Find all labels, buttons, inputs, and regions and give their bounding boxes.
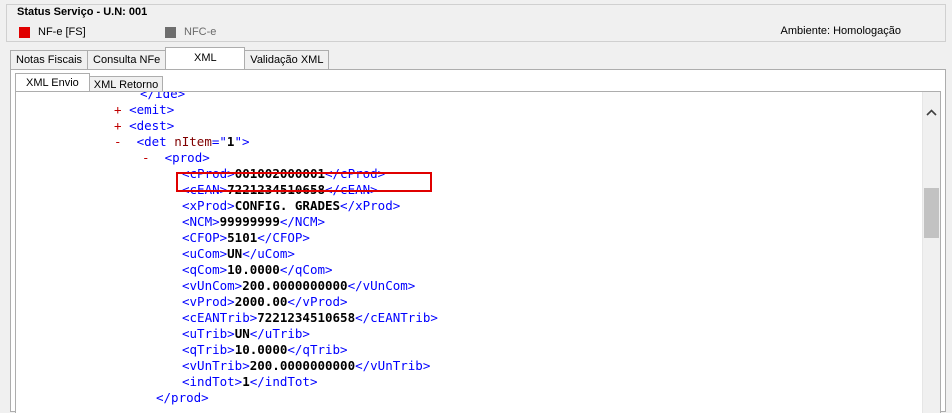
nfe-status: NF-e [FS] [19, 25, 86, 39]
xml-viewer[interactable]: </ide> + <emit> + <dest> - <det nItem="1… [15, 91, 941, 413]
xml-field-value: 7221234510658 [257, 310, 356, 325]
xml-field-value: UN [227, 246, 243, 261]
xml-node-dest[interactable]: + <dest> [114, 118, 174, 134]
xml-node-emit[interactable]: + <emit> [114, 102, 174, 118]
xml-field-qCom: <qCom>10.0000</qCom> [182, 262, 333, 278]
vertical-scrollbar[interactable] [922, 92, 940, 413]
xml-field-value: 200.0000000000 [242, 278, 348, 293]
xml-field-value: 99999999 [219, 214, 280, 229]
tab-notas-fiscais[interactable]: Notas Fiscais [10, 50, 89, 69]
cean-highlight-box [176, 172, 432, 192]
xml-field-value: 10.0000 [227, 262, 280, 277]
xml-line-prod-close: </prod> [156, 390, 209, 405]
xml-field-xProd: <xProd>CONFIG. GRADES</xProd> [182, 198, 400, 214]
xml-line-ide-close: </ide> [140, 91, 186, 101]
xml-open-tag: <uCom> [182, 246, 228, 261]
status-title: Status Serviço - U.N: 001 [17, 6, 148, 18]
xml-close-tag: </cEANTrib> [355, 310, 438, 325]
xml-tab-pane: XML Envio XML Retorno </ide> + <emit> + … [10, 69, 946, 413]
chevron-up-icon[interactable] [925, 106, 938, 119]
xml-field-value: CONFIG. GRADES [234, 198, 341, 213]
xml-field-value: 1 [242, 374, 250, 389]
xml-close-tag: </NCM> [279, 214, 326, 229]
xml-field-vUnTrib: <vUnTrib>200.0000000000</vUnTrib> [182, 358, 430, 374]
xml-close-tag: </uTrib> [249, 326, 310, 341]
xml-field-qTrib: <qTrib>10.0000</qTrib> [182, 342, 348, 358]
xml-open-tag: <vUnCom> [182, 278, 243, 293]
xml-close-tag: </xProd> [340, 198, 401, 213]
status-group: Status Serviço - U.N: 001 NF-e [FS] NFC-… [6, 4, 946, 42]
xml-field-value: 10.0000 [234, 342, 288, 357]
xml-open-tag: <qCom> [182, 262, 228, 277]
xml-field-vProd: <vProd>2000.00</vProd> [182, 294, 348, 310]
nfce-status-indicator [165, 26, 176, 38]
xml-close-tag: </CFOP> [257, 230, 310, 245]
xml-open-tag: <CFOP> [182, 230, 228, 245]
collapse-toggle[interactable]: - [142, 150, 150, 165]
xml-field-CFOP: <CFOP>5101</CFOP> [182, 230, 310, 246]
xml-open-tag: <indTot> [182, 374, 243, 389]
expand-toggle[interactable]: + [114, 102, 122, 117]
xml-open-tag: <qTrib> [182, 342, 235, 357]
xml-field-uCom: <uCom>UN</uCom> [182, 246, 295, 262]
xml-open-tag: <NCM> [182, 214, 220, 229]
xml-close-tag: </vUnTrib> [355, 358, 431, 373]
xml-field-value: 2000.00 [234, 294, 288, 309]
nfe-status-label: NF-e [FS] [38, 26, 86, 38]
xml-field-uTrib: <uTrib>UN</uTrib> [182, 326, 310, 342]
tab-xml[interactable]: XML [165, 47, 246, 69]
tab-consulta-nfe[interactable]: Consulta NFe [87, 50, 167, 69]
xml-close-tag: </vProd> [287, 294, 348, 309]
nfe-status-indicator [19, 26, 30, 38]
xml-close-tag: </qTrib> [287, 342, 348, 357]
xml-node-prod[interactable]: - <prod> [142, 150, 210, 166]
xml-field-vUnCom: <vUnCom>200.0000000000</vUnCom> [182, 278, 415, 294]
xml-field-value: 200.0000000000 [249, 358, 356, 373]
xml-open-tag: <vUnTrib> [182, 358, 250, 373]
xml-field-NCM: <NCM>99999999</NCM> [182, 214, 325, 230]
xml-open-tag: <cEANTrib> [182, 310, 258, 325]
nfce-status-label: NFC-e [184, 26, 217, 38]
xml-close-tag: </vUnCom> [347, 278, 416, 293]
xml-node-det[interactable]: - <det nItem="1"> [114, 134, 250, 150]
xml-field-value: UN [234, 326, 250, 341]
xml-field-value: 5101 [227, 230, 258, 245]
xml-open-tag: <xProd> [182, 198, 235, 213]
main-tabs: Notas Fiscais Consulta NFe XML Validação… [10, 47, 330, 70]
xml-field-cEANTrib: <cEANTrib>7221234510658</cEANTrib> [182, 310, 438, 326]
tab-validacao-xml[interactable]: Validação XML [244, 50, 330, 69]
xml-open-tag: <uTrib> [182, 326, 235, 341]
environment-label: Ambiente: Homologação [780, 25, 901, 37]
xml-close-tag: </qCom> [279, 262, 333, 277]
xml-open-tag: <vProd> [182, 294, 235, 309]
subtab-xml-envio[interactable]: XML Envio [15, 73, 90, 93]
collapse-toggle[interactable]: - [114, 134, 122, 149]
expand-toggle[interactable]: + [114, 118, 122, 133]
xml-field-indTot: <indTot>1</indTot> [182, 374, 317, 390]
xml-close-tag: </indTot> [249, 374, 318, 389]
nfce-status: NFC-e [165, 25, 216, 39]
xml-close-tag: </uCom> [242, 246, 295, 261]
scrollbar-thumb[interactable] [924, 188, 939, 238]
